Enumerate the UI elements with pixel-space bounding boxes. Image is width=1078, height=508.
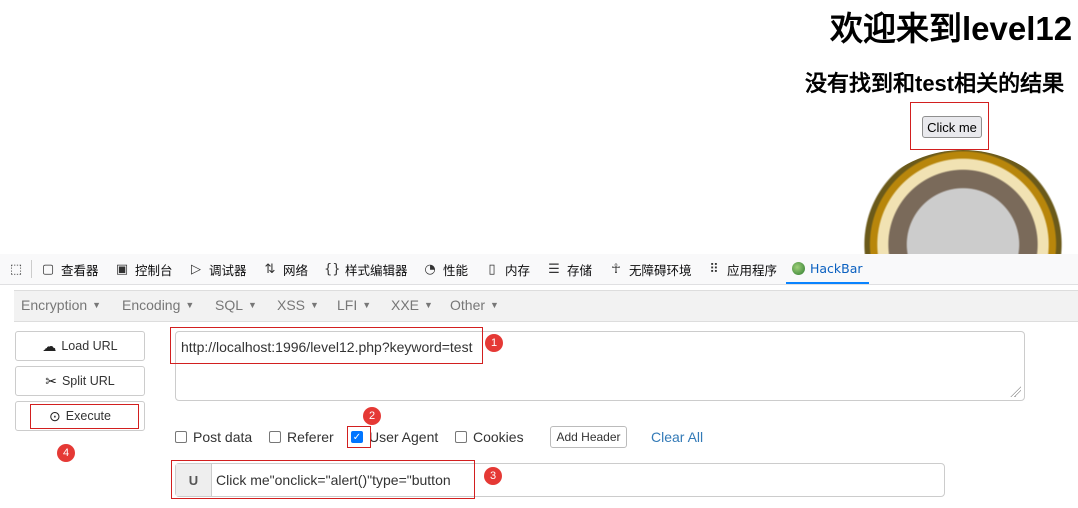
menu-encryption[interactable]: Encryption ▼ [21,290,101,320]
menu-label: XXE [391,297,420,313]
menu-xss[interactable]: XSS ▼ [277,290,319,320]
tab-label: 性能 [443,262,469,278]
click-me-button[interactable]: Click me [922,116,982,138]
memory-icon: ▯ [488,261,496,277]
caret-down-icon: ▼ [490,300,499,310]
execute-highlight [30,404,139,429]
annotation-badge-2: 2 [363,407,381,425]
menu-label: SQL [215,297,244,313]
tab-label: 存储 [567,262,593,278]
caret-down-icon: ▼ [362,300,372,310]
user-agent-highlight [347,426,371,448]
menu-label: Other [450,297,486,313]
checkbox-label: Referer [287,429,334,445]
tab-performance[interactable]: ◔ 性能 [422,254,468,284]
result-message: 没有找到和test相关的结果 [805,71,1065,96]
menu-xxe[interactable]: XXE ▼ [391,290,433,320]
tab-storage[interactable]: ☰ 存储 [546,254,592,284]
debugger-icon: ▷ [191,261,201,277]
referer-checkbox[interactable]: Referer [269,429,334,445]
page-title: 欢迎来到level12 [830,10,1073,47]
menu-other[interactable]: Other ▼ [450,290,499,320]
caret-down-icon: ▼ [92,300,102,310]
cookies-checkbox[interactable]: Cookies [455,429,524,445]
tab-hackbar[interactable]: HackBar [786,254,869,284]
performance-icon: ◔ [424,261,436,277]
network-icon: ⇅ [264,261,276,277]
inspector-icon: ▢ [41,261,55,277]
annotation-badge-3: 3 [484,467,502,485]
tab-label: 查看器 [61,262,99,278]
tab-memory[interactable]: ▯ 内存 [484,254,530,284]
style-editor-icon: {} [324,261,341,277]
url-highlight [170,327,483,364]
split-url-button[interactable]: ✂ Split URL [15,366,145,396]
cloud-download-icon: ☁ [42,337,57,354]
menu-label: Encryption [21,297,88,313]
checkbox-label: Cookies [473,429,524,445]
tab-label: 应用程序 [727,262,778,278]
menu-label: XSS [277,297,306,313]
tab-network[interactable]: ⇅ 网络 [262,254,308,284]
checkbox-label: User Agent [369,429,439,445]
clear-all-link[interactable]: Clear All [651,429,703,445]
tab-inspector[interactable]: ▢ 查看器 [40,254,99,284]
menu-label: LFI [337,297,358,313]
annotation-badge-4: 4 [57,444,75,462]
tab-accessibility[interactable]: ☥ 无障碍环境 [608,254,692,284]
hackbar-icon [792,261,805,275]
application-icon: ⠿ [709,261,719,277]
checkbox-box[interactable] [175,431,187,443]
tab-label: 无障碍环境 [629,262,692,278]
add-header-button[interactable]: Add Header [550,426,627,448]
caret-down-icon: ▼ [248,300,257,310]
tab-application[interactable]: ⠿ 应用程序 [706,254,777,284]
button-label: Split URL [61,374,115,388]
menu-encoding[interactable]: Encoding ▼ [122,290,194,320]
tab-label: HackBar [810,260,863,276]
checkbox-box[interactable] [269,431,281,443]
caret-down-icon: ▼ [310,300,319,310]
tab-label: 控制台 [135,262,173,278]
tab-label: 网络 [283,262,309,278]
menu-sql[interactable]: SQL ▼ [215,290,257,320]
tab-style-editor[interactable]: {} 样式编辑器 [324,254,408,284]
caret-down-icon: ▼ [424,300,433,310]
checkbox-box[interactable] [455,431,467,443]
tab-label: 调试器 [209,262,247,278]
post-data-checkbox[interactable]: Post data [175,429,252,445]
checkbox-label: Post data [193,429,253,445]
accessibility-icon: ☥ [611,261,621,277]
menu-lfi[interactable]: LFI ▼ [337,290,371,320]
button-label: Load URL [61,339,118,353]
resize-grip-icon[interactable] [1009,385,1021,397]
tab-debugger[interactable]: ▷ 调试器 [188,254,247,284]
tab-console[interactable]: ▣ 控制台 [114,254,173,284]
tab-label: 内存 [505,262,531,278]
storage-icon: ☰ [548,261,560,277]
load-url-button[interactable]: ☁ Load URL [15,331,145,361]
annotation-badge-1: 1 [485,334,503,352]
tab-separator [31,260,32,278]
menu-label: Encoding [122,297,181,313]
user-agent-value-highlight [171,460,475,499]
tab-label: 样式编辑器 [345,262,408,278]
picker-icon[interactable]: ⬚ [8,254,24,284]
caret-down-icon: ▼ [185,300,195,310]
scissors-icon: ✂ [45,372,57,389]
console-icon: ▣ [115,261,129,277]
